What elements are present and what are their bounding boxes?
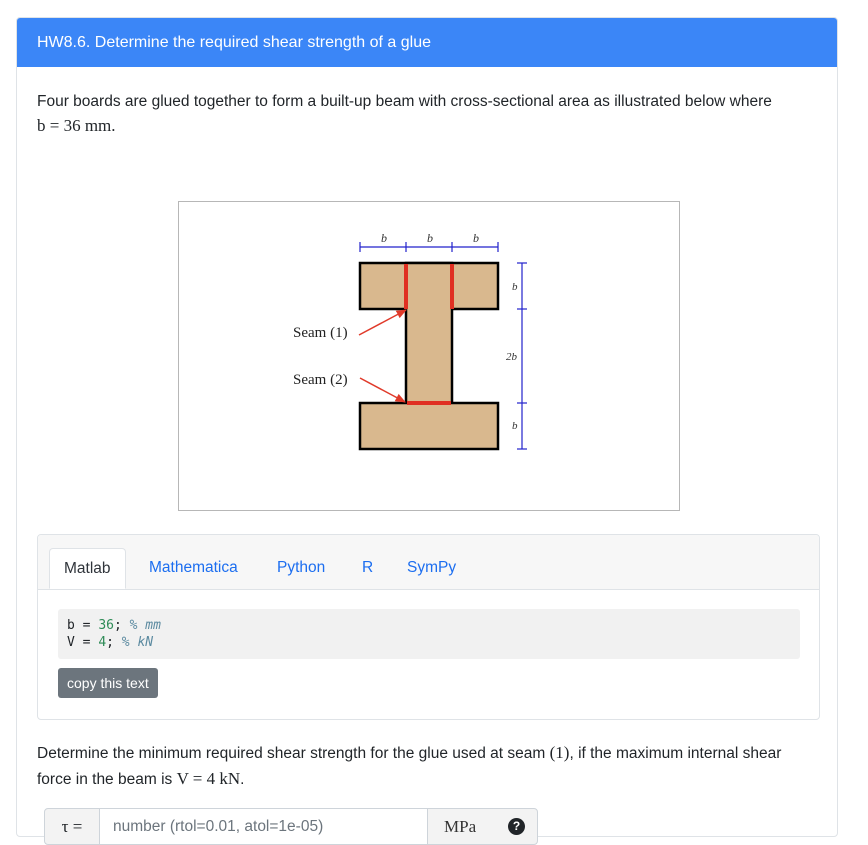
unit-label: MPa [444,817,477,836]
code-line-b: b = 36; % mm [67,617,800,634]
code-op: = [74,635,99,650]
code-var: b [67,618,75,633]
tab-mathematica[interactable]: Mathematica [135,548,252,589]
seam-2-label: Seam (2) [293,372,348,388]
question-text-end: . [240,771,245,788]
language-tabs: Matlab Mathematica Python R SymPy [38,535,819,590]
question-prompt: Determine the minimum required shear str… [37,740,817,792]
beam-cross-section-figure: b b b Seam (1) Seam (2) b 2b b [178,201,680,511]
tab-matlab[interactable]: Matlab [49,548,126,589]
dim-b-label-2: b [427,231,433,245]
code-comment: % kN [121,635,154,650]
code-block: b = 36; % mm V = 4; % kN [58,609,800,659]
code-number: 4 [98,635,107,650]
dim-2b-label: 2b [506,351,518,363]
beam-diagram: b b b Seam (1) Seam (2) b 2b b [293,231,527,451]
question-seam-ref: (1) [549,743,570,762]
dim-b-label-right-bottom: b [512,420,518,432]
code-semicolon: ; [113,618,122,633]
code-number: 36 [98,618,114,633]
code-comment: % mm [129,618,161,633]
dim-b-label-1: b [381,231,387,245]
code-op: = [74,618,99,633]
tab-sympy[interactable]: SymPy [393,548,470,589]
web-board [404,261,454,405]
code-semicolon: ; [106,635,114,650]
code-var: V [67,635,75,650]
bottom-flange-board [358,401,500,451]
help-icon[interactable]: ? [508,818,525,835]
tab-python[interactable]: Python [263,548,339,589]
code-line-v: V = 4; % kN [67,634,800,651]
copy-code-button[interactable]: copy this text [58,668,158,698]
dim-b-label-right-top: b [512,281,518,293]
question-card: HW8.6. Determine the required shear stre… [16,17,838,845]
right-dimension [517,262,527,450]
code-snippet-panel: Matlab Mathematica Python R SymPy b = 36… [37,534,820,720]
tab-r[interactable]: R [348,548,387,589]
question-force-value: V = 4 kN [176,769,241,788]
intro-b-value: b = 36 mm. [37,116,116,135]
question-title: HW8.6. Determine the required shear stre… [17,18,837,67]
intro-text: Four boards are glued together to form a… [37,93,772,110]
question-text-1: Determine the minimum required shear str… [37,745,546,762]
seam-1-label: Seam (1) [293,325,348,341]
dim-b-label-3: b [473,231,479,245]
seam-2-arrow [359,377,406,403]
intro-paragraph: Four boards are glued together to form a… [37,90,827,139]
seam-1-arrow [358,309,407,336]
